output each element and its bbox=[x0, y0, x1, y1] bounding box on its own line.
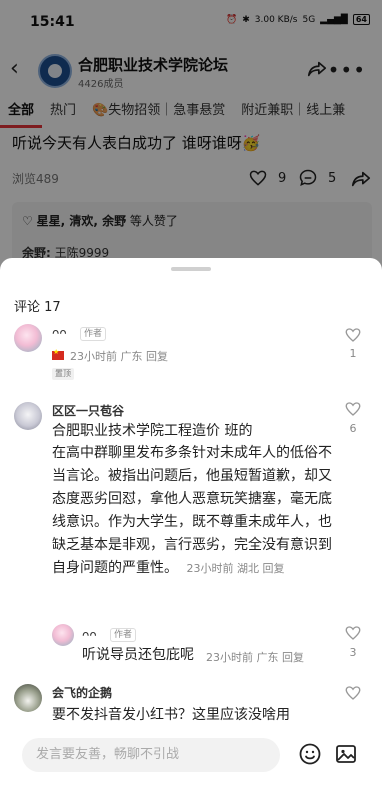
image-upload-icon[interactable] bbox=[334, 742, 358, 766]
comment-like-heart-icon[interactable] bbox=[344, 684, 362, 702]
avatar[interactable] bbox=[14, 324, 42, 352]
comment-text: 听说导员还包庇呢 bbox=[82, 647, 194, 663]
commenter-name[interactable]: ᴖᴖ bbox=[52, 326, 67, 340]
author-badge: 作者 bbox=[110, 628, 137, 642]
comment-text: 要不发抖音发小红书？这里应该没啥用 bbox=[52, 707, 290, 723]
comment-like-count: 6 bbox=[349, 422, 357, 435]
comment-input-bar: 发言要友善，畅聊不引战 bbox=[0, 732, 382, 800]
sheet-drag-handle[interactable] bbox=[171, 267, 211, 271]
comment-like-count: 1 bbox=[349, 347, 357, 360]
comment-body: 在高中群聊里发布多条针对未成年人的低俗不当言论。被指出问题后，他虽短暂道歉，却又… bbox=[52, 445, 332, 576]
emoji-icon[interactable] bbox=[298, 742, 322, 766]
author-badge: 作者 bbox=[80, 327, 107, 341]
comment-meta[interactable]: 23小时前 广东 回复 bbox=[206, 649, 304, 665]
comment-item: 会飞的企鹅 要不发抖音发小红书？这里应该没啥用 bbox=[0, 684, 382, 734]
comment-text-line1: 合肥职业技术学院工程造价 班的 bbox=[52, 423, 253, 439]
comment-meta[interactable]: 23小时前 湖北 回复 bbox=[186, 562, 284, 575]
avatar[interactable] bbox=[14, 402, 42, 430]
commenter-name[interactable]: 区区一只苞谷 bbox=[52, 402, 124, 419]
avatar[interactable] bbox=[52, 624, 74, 646]
comment-like-heart-icon[interactable] bbox=[344, 624, 362, 642]
comments-count-title: 评论 17 bbox=[14, 300, 61, 315]
reply-item: ᴖᴖ 作者 听说导员还包庇呢 23小时前 广东 回复 3 bbox=[0, 624, 382, 674]
comment-item: ᴖᴖ 作者 23小时前 广东 回复 置顶 1 bbox=[0, 320, 382, 384]
comments-sheet: 评论 17 ᴖᴖ 作者 23小时前 广东 回复 置顶 1 区区一只苞谷 合肥职业… bbox=[0, 258, 382, 800]
commenter-name[interactable]: 会飞的企鹅 bbox=[52, 684, 112, 701]
comment-like-heart-icon[interactable] bbox=[344, 400, 362, 418]
pinned-badge: 置顶 bbox=[52, 368, 74, 380]
comment-item: 区区一只苞谷 合肥职业技术学院工程造价 班的 在高中群聊里发布多条针对未成年人的… bbox=[0, 398, 382, 614]
comment-like-count: 3 bbox=[349, 646, 357, 659]
comment-meta[interactable]: 23小时前 广东 回复 bbox=[70, 348, 168, 364]
flag-icon bbox=[52, 348, 64, 360]
comment-input[interactable]: 发言要友善，畅聊不引战 bbox=[22, 738, 280, 772]
commenter-name[interactable]: ᴖᴖ bbox=[82, 628, 97, 642]
comment-text-body: 在高中群聊里发布多条针对未成年人的低俗不当言论。被指出问题后，他虽短暂道歉，却又… bbox=[52, 442, 334, 580]
avatar[interactable] bbox=[14, 684, 42, 712]
comment-like-heart-icon[interactable] bbox=[344, 326, 362, 344]
